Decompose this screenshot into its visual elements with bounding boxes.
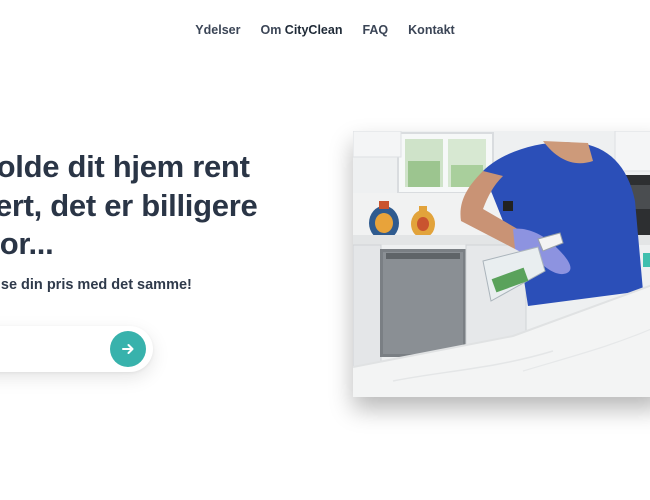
nav-link-brand-name: CityClean [284,23,343,37]
hero-title-line-2: kert, det er billigere [0,187,258,223]
hero-title-line-3: tror... [0,226,54,261]
nav-link-ydelser[interactable]: Ydelser [195,23,240,37]
address-search-box [0,326,153,372]
hero-title: holde dit hjem rent kert, det er billige… [0,148,308,264]
nav-link-om-prefix: Om [260,23,282,37]
arrow-right-icon [122,344,134,354]
submit-button[interactable] [110,331,146,367]
nav-link-om-cityclean[interactable]: Om CityClean [260,23,342,37]
hero-title-line-1: holde dit hjem rent [0,149,250,184]
top-nav: Ydelser Om CityClean FAQ Kontakt [0,23,650,37]
nav-link-kontakt[interactable]: Kontakt [408,23,455,37]
hero-subtitle: g se din pris med det samme! [0,277,192,293]
nav-link-faq[interactable]: FAQ [362,23,388,37]
cleaning-photo [353,131,650,397]
address-input[interactable] [0,339,102,361]
page: Ydelser Om CityClean FAQ Kontakt holde d… [0,0,650,500]
